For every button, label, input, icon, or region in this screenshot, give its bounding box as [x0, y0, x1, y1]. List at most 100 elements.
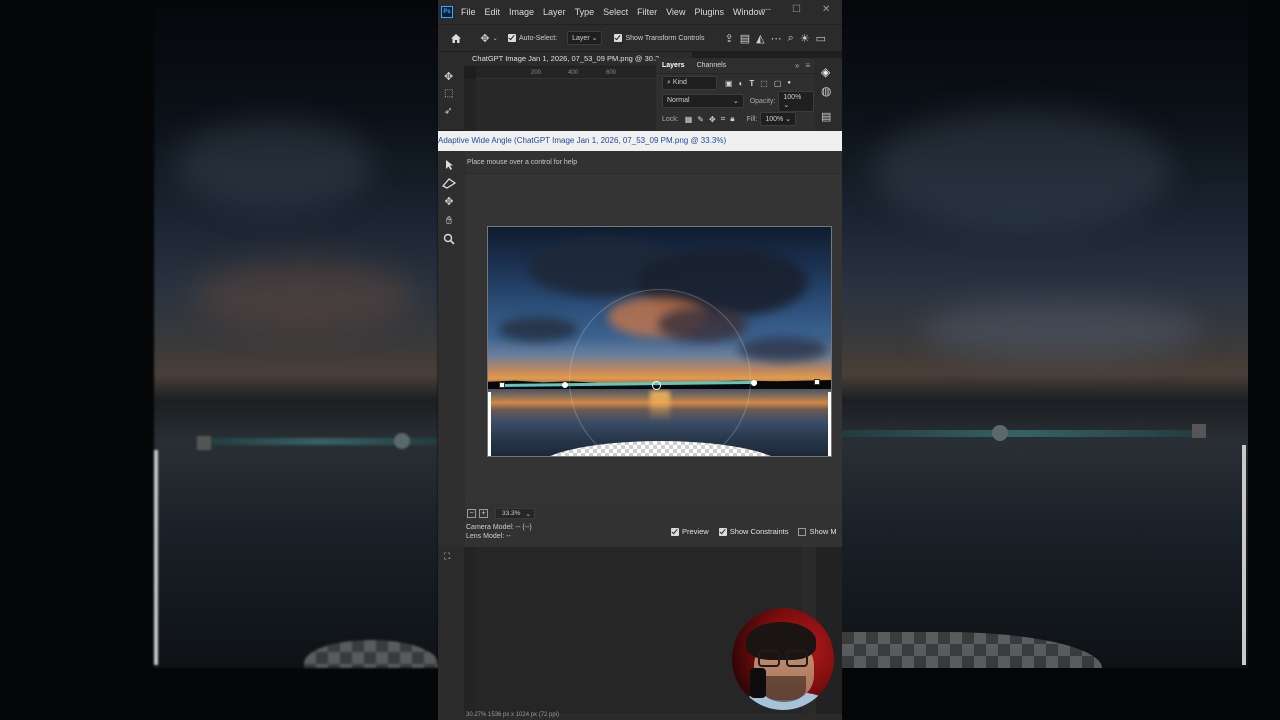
filter-toggle-icon[interactable]: ●	[787, 80, 791, 86]
cloud	[498, 317, 578, 342]
edit-toolbar-icon[interactable]: ⛶	[444, 551, 450, 562]
image-edge-right	[828, 392, 831, 456]
move-tool-icon[interactable]: ✥ ⌄	[474, 32, 504, 45]
blurred-backdrop-left	[0, 0, 438, 720]
workspace-icon[interactable]: ▭	[816, 32, 826, 45]
tab-channels[interactable]: Channels	[691, 62, 733, 69]
move-tool-icon[interactable]: ✥	[440, 193, 458, 209]
ruler-mark: 400	[568, 70, 579, 76]
properties-icon[interactable]: ▤	[821, 110, 831, 123]
polygon-constraint-tool-icon[interactable]	[440, 175, 458, 191]
menu-edit[interactable]: Edit	[485, 7, 501, 17]
constraint-curve-handle[interactable]	[562, 382, 568, 388]
panel-menu-icon[interactable]: ≡	[805, 61, 810, 70]
maximize-icon[interactable]: ☐	[792, 4, 801, 15]
discover-icon[interactable]: ☀	[800, 32, 810, 45]
layers-icon[interactable]: ◈	[821, 65, 830, 79]
lock-transparent-icon[interactable]: ▦	[685, 115, 693, 124]
close-icon[interactable]: ✕	[822, 4, 830, 15]
show-transform-checkbox[interactable]: Show Transform Controls	[614, 34, 704, 42]
checkbox-unchecked-icon	[798, 527, 807, 536]
ruler-mark: 600	[606, 70, 617, 76]
menu-filter[interactable]: Filter	[637, 7, 657, 17]
show-constraints-label: Show Constraints	[729, 527, 789, 536]
glasses-icon	[758, 650, 780, 667]
backdrop-knob	[394, 433, 410, 449]
3d-icon[interactable]: ◭	[756, 32, 764, 45]
layers-panel: Layers Channels » ≡ ⌕ Kind ▣ ◐ T ⬚ ▢ ● N…	[656, 58, 814, 131]
tab-layers[interactable]: Layers	[656, 62, 691, 69]
menu-plugins[interactable]: Plugins	[694, 7, 724, 17]
home-icon[interactable]	[444, 33, 468, 44]
show-constraints-checkbox[interactable]: Show Constraints	[718, 527, 789, 536]
menu-image[interactable]: Image	[509, 7, 534, 17]
camera-info: Camera Model: -- (--) Lens Model: --	[466, 523, 532, 541]
fill-input[interactable]: 100% ⌄	[760, 112, 797, 126]
show-transform-label: Show Transform Controls	[625, 34, 705, 42]
menu-file[interactable]: File	[461, 7, 476, 17]
constraint-endpoint-handle[interactable]	[814, 379, 820, 385]
auto-select-label: Auto-Select:	[519, 34, 558, 42]
share-icon[interactable]: ⇪	[724, 32, 733, 45]
zoom-in-button[interactable]: +	[479, 509, 488, 518]
panel-expand-icon[interactable]: »	[795, 61, 799, 70]
constraint-tool-icon[interactable]	[440, 157, 458, 173]
lock-position-icon[interactable]: ✥	[709, 115, 716, 124]
zoom-controls: − + 33.3% ⌄	[467, 508, 536, 519]
opacity-value: 100%	[783, 93, 802, 101]
preview-checkbox[interactable]: Preview	[671, 527, 709, 536]
zoom-tool-icon[interactable]	[440, 231, 458, 247]
status-bar: 30.27% 1536 px x 1024 px (72 ppi)	[464, 712, 842, 720]
move-tool-icon[interactable]: ✥	[444, 70, 453, 83]
align-icon[interactable]: ▤	[740, 32, 750, 45]
constraint-curve-handle[interactable]	[751, 380, 757, 386]
lock-artboard-icon[interactable]: ⌗	[721, 114, 726, 124]
marquee-tool-icon[interactable]: ⬚	[444, 88, 453, 99]
blend-row: Normal ⌄ Opacity: 100% ⌄	[656, 90, 814, 112]
auto-select-target-dropdown[interactable]: Layer ⌄	[567, 31, 603, 45]
lock-all-icon[interactable]: 🔒︎	[730, 114, 734, 124]
help-text: Place mouse over a control for help	[467, 159, 578, 166]
menu-view[interactable]: View	[666, 7, 685, 17]
lasso-tool-icon[interactable]: ➶	[444, 106, 452, 117]
chevron-down-icon[interactable]: ⌄	[525, 510, 530, 518]
dialog-tools: ✥ ✋︎	[438, 151, 465, 547]
auto-select-checkbox[interactable]: Auto-Select:	[508, 34, 557, 42]
filter-type-icon[interactable]: T	[749, 79, 754, 88]
lock-row: Lock: ▦ ✎ ✥ ⌗ 🔒︎ Fill: 100% ⌄	[656, 110, 814, 128]
filter-smart-object-icon[interactable]: ▢	[774, 79, 782, 88]
lens-model-label: Lens Model: --	[466, 533, 511, 540]
constraint-center-handle[interactable]	[652, 381, 661, 390]
preview-image[interactable]	[487, 226, 832, 457]
zoom-level-value: 33.3%	[502, 510, 521, 517]
show-mesh-checkbox[interactable]: Show M	[798, 527, 837, 536]
zoom-out-button[interactable]: −	[467, 509, 476, 518]
minimize-icon[interactable]: —	[761, 4, 771, 15]
lock-brush-icon[interactable]: ✎	[697, 115, 704, 124]
color-icon[interactable]: ◍	[821, 84, 831, 98]
panel-tabs: Layers Channels » ≡	[656, 58, 814, 74]
filter-kind-dropdown[interactable]: ⌕ Kind	[662, 76, 717, 90]
menu-layer[interactable]: Layer	[543, 7, 566, 17]
search-icon[interactable]: ⌕	[788, 32, 794, 45]
constraint-endpoint-handle[interactable]	[499, 382, 505, 388]
menu-type[interactable]: Type	[575, 7, 595, 17]
video-frame: Ps File Edit Image Layer Type Select Fil…	[0, 0, 1280, 720]
hand-tool-icon[interactable]: ✋︎	[440, 213, 458, 229]
vertical-ruler	[464, 79, 476, 131]
filter-adjustment-icon[interactable]: ◐	[739, 79, 744, 88]
presenter-beard	[762, 676, 806, 702]
dialog-title-bar[interactable]: Adaptive Wide Angle (ChatGPT Image Jan 1…	[438, 131, 842, 151]
backdrop-edge	[1242, 445, 1246, 665]
more-icon[interactable]: ⋯	[771, 32, 782, 45]
opacity-input[interactable]: 100% ⌄	[778, 90, 814, 112]
glasses-icon	[786, 650, 808, 667]
menu-bar: Ps File Edit Image Layer Type Select Fil…	[438, 0, 842, 24]
options-bar: ✥ ⌄ Auto-Select: Layer ⌄ Show Transform C…	[438, 24, 842, 51]
filter-pixel-icon[interactable]: ▣	[725, 79, 733, 88]
backdrop-handle	[1192, 424, 1206, 438]
blend-mode-dropdown[interactable]: Normal ⌄	[662, 94, 744, 108]
filter-shape-icon[interactable]: ⬚	[760, 79, 768, 88]
backdrop-photo-left	[154, 0, 438, 668]
menu-select[interactable]: Select	[603, 7, 628, 17]
